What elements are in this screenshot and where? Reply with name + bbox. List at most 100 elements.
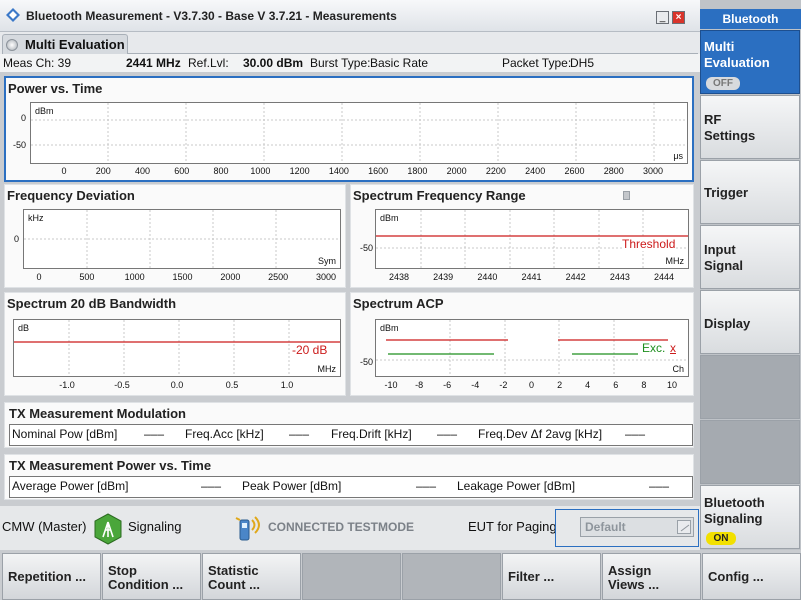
x-unit: Ch [672, 364, 684, 374]
hotkey-label: Assign Views ... [608, 563, 660, 592]
softkey-trigger[interactable]: Trigger [700, 160, 800, 224]
softkey-empty-2 [700, 420, 800, 484]
x-tick: 2000 [446, 166, 467, 176]
app-logo-icon [6, 8, 20, 22]
y-tick: 0 [20, 113, 26, 123]
panel-title: TX Measurement Power vs. Time [9, 458, 212, 473]
panel-title: Spectrum 20 dB Bandwidth [7, 296, 177, 311]
minimize-button[interactable]: _ [656, 11, 669, 24]
plot-grid [31, 103, 687, 163]
x-tick: 500 [79, 272, 95, 282]
softkey-label: RF Settings [704, 112, 756, 143]
close-button[interactable]: × [672, 11, 685, 24]
power-vs-time-panel[interactable]: Power vs. Time dBm μs 0 -50 0 200 400 600 80… [4, 76, 694, 182]
x-tick: 1500 [172, 272, 193, 282]
x-tick: 2442 [565, 272, 586, 282]
hotkey-label: Statistic Count ... [208, 563, 260, 592]
limit-label: -20 dB [292, 343, 328, 357]
x-tick: -2 [499, 380, 508, 390]
x-tick: 0.5 [225, 380, 239, 390]
modulation-results-row: Nominal Pow [dBm] ––– Freq.Acc [kHz] –––… [9, 424, 693, 446]
x-unit: MHz [317, 364, 337, 374]
peak-power-label: Peak Power [dBm] [242, 479, 342, 493]
panel-title: Power vs. Time [8, 81, 103, 96]
threshold-label: Threshold [622, 237, 676, 251]
softkey-bluetooth-signaling[interactable]: Bluetooth Signaling ON [700, 485, 800, 549]
y-unit: dBm [380, 323, 399, 333]
spectrum-bandwidth-panel[interactable]: Spectrum 20 dB Bandwidth dB -20 dB MHz -… [4, 292, 346, 396]
x-tick: 1.0 [280, 380, 294, 390]
plot-grid [24, 210, 340, 268]
freq-drift-label: Freq.Drift [kHz] [331, 427, 412, 441]
connection-status: CONNECTED TESTMODE [268, 520, 415, 534]
tx-modulation-panel[interactable]: TX Measurement Modulation Nominal Pow [d… [4, 402, 694, 448]
softkey-label: Input Signal [704, 242, 744, 273]
x-tick: 2400 [525, 166, 546, 176]
x-tick: -6 [443, 380, 452, 390]
tab-strip: Multi Evaluation [0, 32, 700, 54]
leakage-power-value: ––– [649, 479, 670, 493]
softkey-label: Bluetooth Signaling [704, 495, 765, 526]
x-tick: 2443 [609, 272, 630, 282]
hotkey-config[interactable]: Config ... [702, 553, 801, 600]
tx-power-panel[interactable]: TX Measurement Power vs. Time Average Po… [4, 454, 694, 500]
tab-status-icon [6, 39, 18, 51]
dropdown-arrow-icon[interactable] [677, 520, 691, 534]
panel-title: Spectrum ACP [353, 296, 444, 311]
x-tick: -0.5 [114, 380, 130, 390]
eut-paging-label: EUT for Paging [468, 519, 557, 534]
nominal-power-label: Nominal Pow [dBm] [12, 427, 118, 441]
nominal-power-value: ––– [144, 427, 165, 441]
spectrum-frequency-range-panel[interactable]: Spectrum Frequency Range dBm Threshold M… [350, 184, 694, 288]
softkey-display[interactable]: Display [700, 290, 800, 354]
burst-type-label: Burst Type: [310, 56, 371, 70]
eut-paging-dropdown[interactable]: Default [580, 517, 694, 537]
packet-type-label: Packet Type: [502, 56, 572, 70]
x-tick: 0 [61, 166, 67, 176]
hotkey-statistic-count[interactable]: Statistic Count ... [202, 553, 301, 600]
x-tick: 1400 [328, 166, 349, 176]
spectrum-acp-panel[interactable]: Spectrum ACP dBm Exc. x Ch -50 -10 -8 -6 -4… [350, 292, 694, 396]
x-tick: 0 [528, 380, 534, 390]
spectrum-frequency-range-plot: dBm Threshold MHz [375, 209, 689, 269]
frequency-deviation-plot: kHz Sym [23, 209, 341, 269]
x-unit: MHz [665, 256, 685, 266]
connected-device-icon [235, 516, 260, 541]
x-tick: 2200 [485, 166, 506, 176]
softkey-input-signal[interactable]: Input Signal [700, 225, 800, 289]
x-tick: 1600 [368, 166, 389, 176]
x-tick: 2500 [268, 272, 289, 282]
x-tick: 1000 [124, 272, 145, 282]
softkey-rf-settings[interactable]: RF Settings [700, 95, 800, 159]
panel-title: TX Measurement Modulation [9, 406, 186, 421]
hotkey-stop-condition[interactable]: Stop Condition ... [102, 553, 201, 600]
average-power-label: Average Power [dBm] [12, 479, 129, 493]
average-power-value: ––– [201, 479, 222, 493]
x-tick: 200 [95, 166, 111, 176]
softkey-multi-evaluation[interactable]: Multi Evaluation OFF [700, 30, 800, 94]
exc-x-marker: x [670, 341, 676, 355]
center-frequency: 2441 MHz [126, 56, 181, 70]
meas-channel: Meas Ch: 39 [3, 56, 72, 70]
signaling-label: Signaling [128, 519, 182, 534]
x-tick: 600 [174, 166, 190, 176]
x-tick: 2439 [433, 272, 454, 282]
eut-dropdown-value: Default [585, 520, 626, 534]
hotkey-label: Config ... [708, 569, 764, 584]
panel-title: Frequency Deviation [7, 188, 135, 203]
scroll-indicator [623, 191, 630, 200]
y-tick: -50 [359, 243, 373, 253]
x-tick: 2000 [220, 272, 241, 282]
x-tick: 10 [666, 380, 677, 390]
x-tick: 4 [585, 380, 591, 390]
x-tick: 2440 [477, 272, 498, 282]
hotkey-repetition[interactable]: Repetition ... [2, 553, 101, 600]
frequency-deviation-panel[interactable]: Frequency Deviation kHz Sym 0 0 500 1000 15… [4, 184, 346, 288]
y-unit: kHz [28, 213, 44, 223]
sidebar-header: Bluetooth [700, 9, 801, 29]
hotkey-filter[interactable]: Filter ... [502, 553, 601, 600]
tab-multi-evaluation[interactable]: Multi Evaluation [2, 34, 128, 54]
info-bar: Meas Ch: 39 2441 MHz Ref.Lvl: 30.00 dBm … [0, 54, 700, 72]
hotkey-assign-views[interactable]: Assign Views ... [602, 553, 701, 600]
y-tick: -50 [12, 140, 26, 150]
